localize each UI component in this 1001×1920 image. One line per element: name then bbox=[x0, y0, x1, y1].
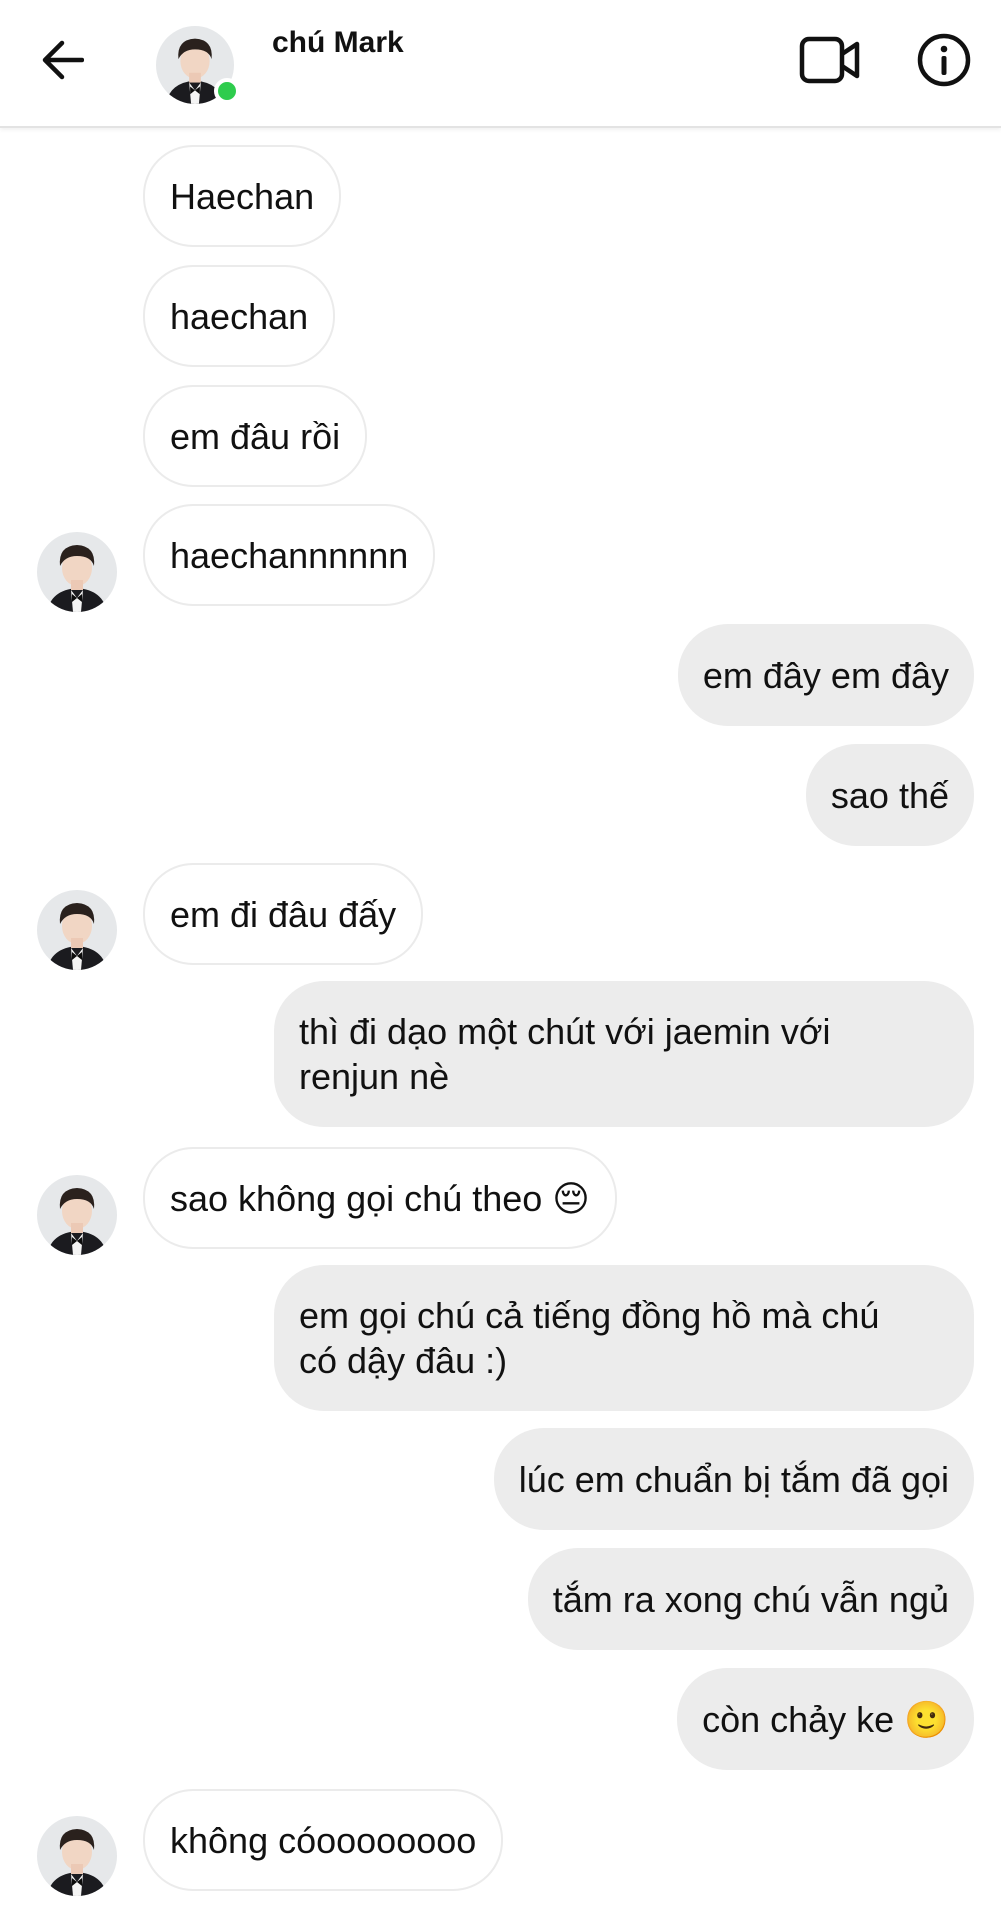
outgoing-message[interactable]: em đây em đây bbox=[677, 624, 974, 726]
contact-message-avatar[interactable] bbox=[37, 890, 117, 970]
outgoing-message[interactable]: còn chảy ke 🙂 bbox=[677, 1668, 974, 1770]
contact-message-avatar[interactable] bbox=[37, 532, 117, 612]
avatar-image bbox=[37, 1175, 117, 1255]
incoming-message[interactable]: Haechan bbox=[143, 145, 342, 247]
info-icon bbox=[917, 33, 971, 87]
incoming-message[interactable]: em đi đâu đấy bbox=[143, 863, 424, 965]
video-camera-icon bbox=[799, 36, 860, 84]
incoming-message[interactable]: không cóoooooooo bbox=[143, 1789, 504, 1891]
incoming-message[interactable]: sao không gọi chú theo 😔 bbox=[143, 1147, 617, 1249]
message-list[interactable]: Haechan haechan em đâu rồi haechannnnnn … bbox=[0, 128, 1001, 1920]
outgoing-message[interactable]: tắm ra xong chú vẫn ngủ bbox=[527, 1548, 974, 1650]
video-call-button[interactable] bbox=[796, 30, 864, 90]
avatar-image bbox=[37, 1816, 117, 1896]
contact-message-avatar[interactable] bbox=[37, 1816, 117, 1896]
avatar-image bbox=[37, 532, 117, 612]
back-button[interactable] bbox=[30, 28, 94, 92]
outgoing-message[interactable]: em gọi chú cả tiếng đồng hồ mà chú có dậ… bbox=[274, 1265, 974, 1411]
incoming-message[interactable]: haechannnnnn bbox=[143, 504, 436, 606]
contact-message-avatar[interactable] bbox=[37, 1175, 117, 1255]
avatar-image bbox=[37, 890, 117, 970]
arrow-left-icon bbox=[42, 40, 84, 80]
incoming-message[interactable]: haechan bbox=[143, 265, 336, 367]
contact-avatar[interactable] bbox=[156, 26, 240, 104]
chat-header: chú Mark bbox=[0, 0, 1001, 128]
outgoing-message[interactable]: sao thế bbox=[805, 744, 974, 846]
incoming-message[interactable]: em đâu rồi bbox=[143, 385, 368, 487]
outgoing-message[interactable]: thì đi dạo một chút với jaemin với renju… bbox=[274, 981, 974, 1127]
info-button[interactable] bbox=[912, 28, 976, 92]
contact-name[interactable]: chú Mark bbox=[272, 26, 404, 60]
online-status-dot bbox=[214, 78, 240, 104]
outgoing-message[interactable]: lúc em chuẩn bị tắm đã gọi bbox=[493, 1428, 974, 1530]
